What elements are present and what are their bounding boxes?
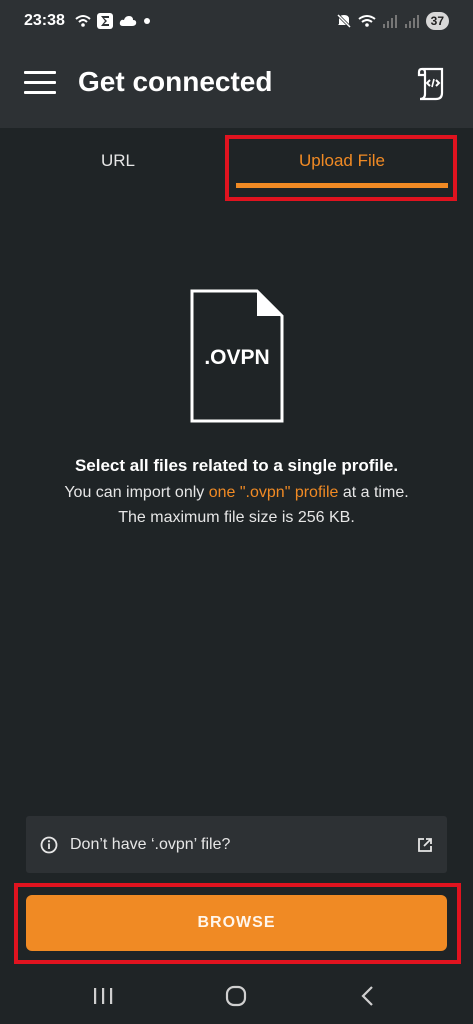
tab-url[interactable]: URL <box>0 128 236 194</box>
ovpn-file-icon: .OVPN <box>190 289 284 423</box>
help-label: Don’t have ‘.ovpn’ file? <box>70 835 231 853</box>
hamburger-icon[interactable] <box>24 71 56 95</box>
instruction-line-1-prefix: You can import only <box>64 484 209 501</box>
dot-icon <box>143 18 150 24</box>
instruction-accent: one ".ovpn" profile <box>208 484 339 501</box>
script-icon[interactable] <box>416 66 448 102</box>
app-bar: Get connected <box>0 42 473 128</box>
cell-signal-icon <box>382 15 397 28</box>
back-icon[interactable] <box>348 980 388 1012</box>
highlight-box-tab <box>225 135 457 201</box>
instruction-title: Select all files related to a single pro… <box>74 456 399 475</box>
wifi-icon <box>75 15 91 27</box>
highlight-box-browse <box>14 883 461 964</box>
instruction-line-2: The maximum file size is 256 KB. <box>118 509 355 526</box>
cell-signal-icon <box>404 15 419 28</box>
external-link-icon <box>418 837 432 852</box>
cloud-icon <box>119 16 137 26</box>
page-title: Get connected <box>78 66 273 97</box>
wifi-signal-icon <box>358 15 376 27</box>
battery-indicator: 37 <box>425 12 449 30</box>
instruction-line-1: You can import only one ".ovpn" profile … <box>0 484 473 502</box>
info-icon <box>40 836 58 853</box>
mute-icon <box>336 13 351 29</box>
file-icon-label: .OVPN <box>204 346 269 369</box>
recent-apps-icon[interactable] <box>83 980 123 1012</box>
system-nav-bar <box>0 968 473 1024</box>
status-time: 23:38 <box>24 12 65 29</box>
status-bar: 23:38 37 <box>0 0 473 42</box>
sigma-app-icon <box>96 13 113 29</box>
home-icon[interactable] <box>216 980 256 1012</box>
no-ovpn-file-help[interactable]: Don’t have ‘.ovpn’ file? <box>26 816 447 873</box>
instruction-line-1-suffix: at a time. <box>338 484 409 501</box>
